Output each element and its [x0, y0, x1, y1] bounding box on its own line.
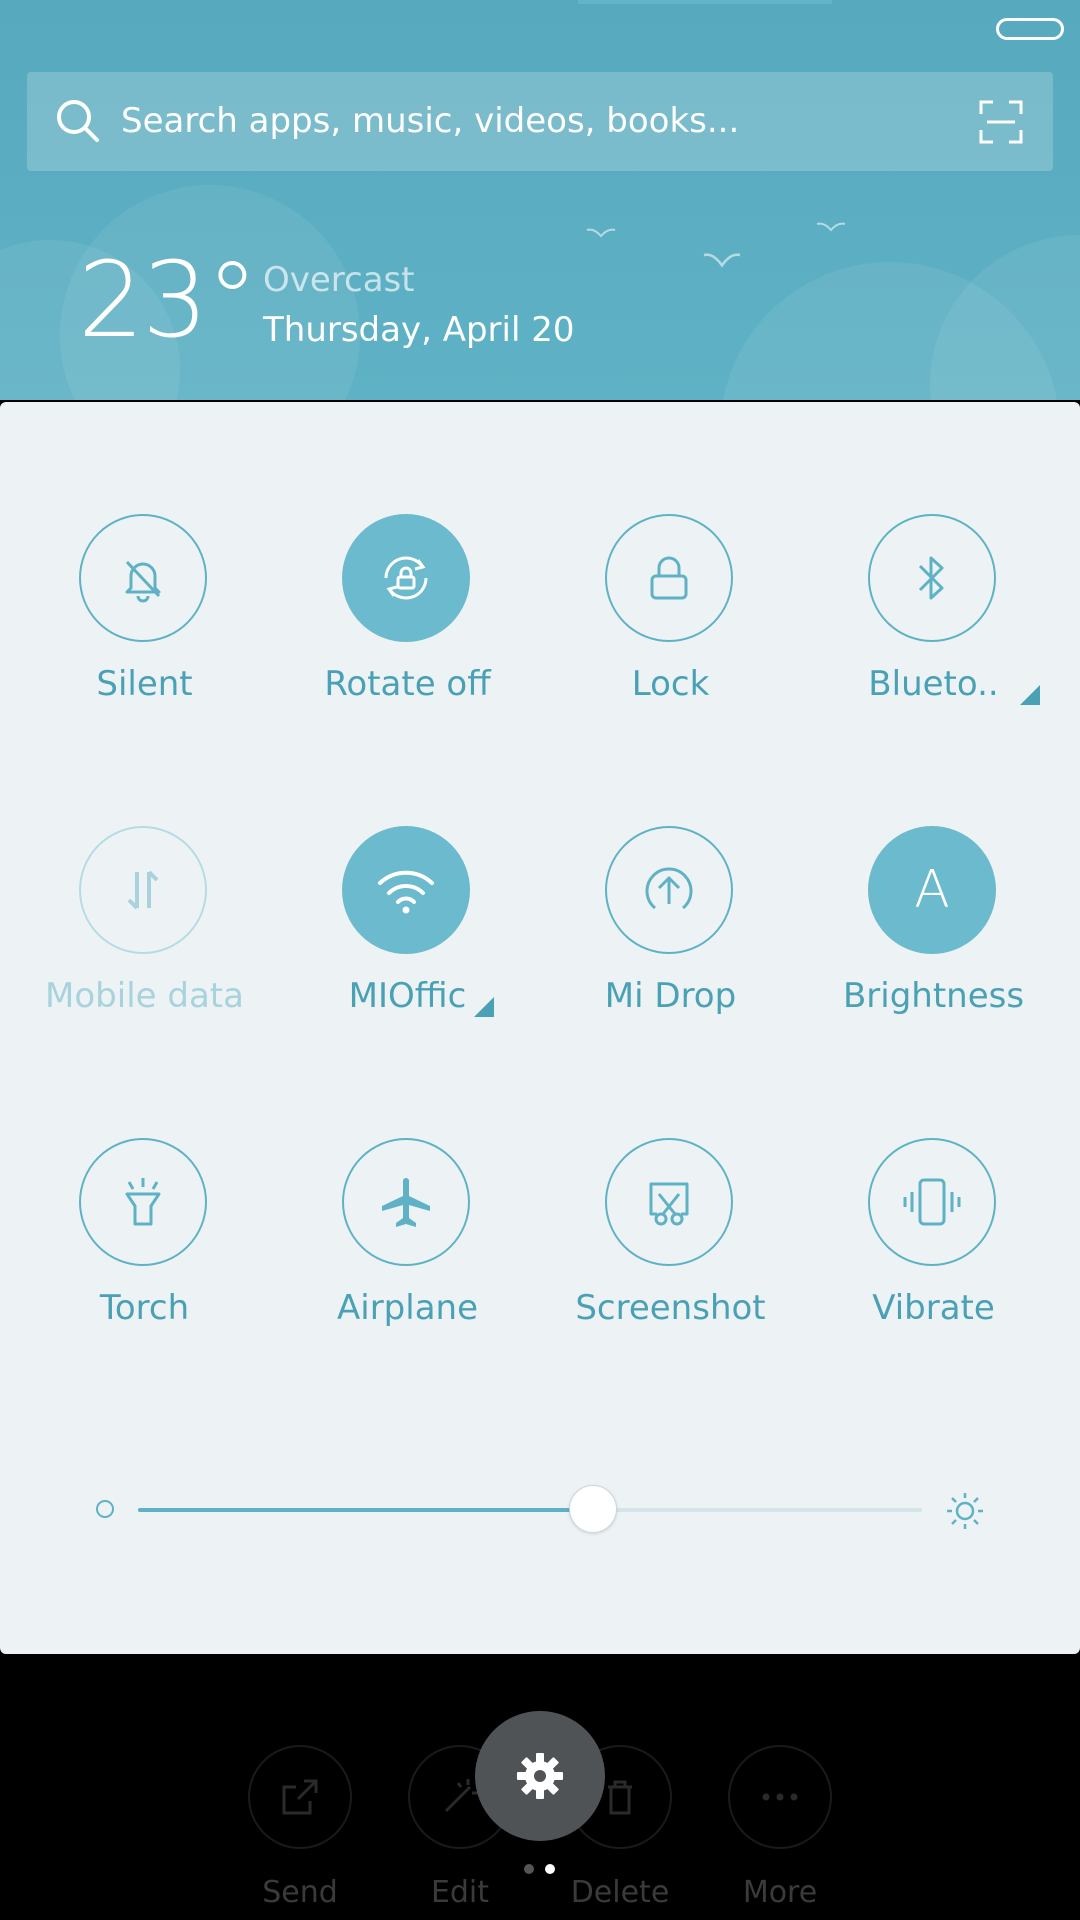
- search-icon: [57, 100, 99, 142]
- cloud-decoration: [930, 235, 1080, 400]
- delete-label: Delete: [570, 1875, 670, 1910]
- tile-mobile-data[interactable]: Mobile data: [13, 826, 276, 1036]
- brightness-slider-fill: [138, 1508, 593, 1512]
- tile-wifi-button[interactable]: [342, 826, 470, 954]
- edit-icon: [444, 1779, 478, 1813]
- tile-brightness-button[interactable]: A: [868, 826, 996, 954]
- brightness-slider[interactable]: [138, 1485, 922, 1533]
- send-button[interactable]: Send: [246, 1745, 354, 1910]
- airplane-icon: [382, 1178, 430, 1227]
- search-bar[interactable]: Search apps, music, videos, books...: [27, 72, 1053, 171]
- tile-screenshot[interactable]: Screenshot: [539, 1138, 802, 1348]
- wifi-icon: [378, 870, 434, 914]
- auto-brightness-icon: A: [914, 860, 950, 920]
- bird-decoration: [703, 253, 741, 268]
- tile-label: Rotate off: [324, 664, 491, 704]
- tile-label: Brightness: [842, 976, 1025, 1016]
- brightness-low-icon: [96, 1500, 114, 1518]
- tile-menu-arrow-icon[interactable]: [474, 997, 494, 1017]
- status-bar-notch: [578, 0, 832, 4]
- weather-condition: Overcast: [263, 260, 415, 300]
- temperature: 23°: [78, 239, 258, 361]
- tile-menu-arrow-icon[interactable]: [1020, 685, 1040, 705]
- gear-icon: [517, 1753, 563, 1799]
- tile-label: Lock: [631, 664, 710, 704]
- weather-date: Thursday, April 20: [263, 310, 575, 350]
- lock-icon: [650, 556, 688, 600]
- tile-label: Torch: [99, 1288, 190, 1328]
- mobile-data-icon: [127, 870, 159, 910]
- tile-airplane[interactable]: Airplane: [276, 1138, 539, 1348]
- vibrate-icon: [903, 1178, 961, 1226]
- battery-icon: [996, 18, 1064, 40]
- tile-label: Screenshot: [575, 1288, 766, 1328]
- scan-icon[interactable]: [979, 100, 1023, 144]
- send-button-circle[interactable]: [248, 1745, 352, 1849]
- tile-torch[interactable]: Torch: [13, 1138, 276, 1348]
- page-indicator-dot: [524, 1864, 534, 1874]
- tile-lock-button[interactable]: [605, 514, 733, 642]
- tile-label: Vibrate: [872, 1288, 995, 1328]
- header: Search apps, music, videos, books... 23°…: [0, 0, 1080, 400]
- brightness-slider-thumb[interactable]: [568, 1485, 617, 1533]
- share-icon: [282, 1779, 318, 1815]
- more-icon: [762, 1793, 798, 1801]
- tile-torch-button[interactable]: [79, 1138, 207, 1266]
- tile-airplane-button[interactable]: [342, 1138, 470, 1266]
- tile-label: Airplane: [336, 1288, 478, 1328]
- search-input[interactable]: Search apps, music, videos, books...: [121, 72, 739, 171]
- tile-mobile-data-button[interactable]: [79, 826, 207, 954]
- settings-button[interactable]: [475, 1711, 605, 1841]
- tile-vibrate[interactable]: Vibrate: [802, 1138, 1065, 1348]
- trash-icon: [608, 1780, 632, 1815]
- tile-lock[interactable]: Lock: [539, 514, 802, 724]
- bird-decoration: [816, 222, 846, 232]
- tile-wifi[interactable]: MIOffic: [276, 826, 539, 1036]
- tile-screenshot-button[interactable]: [605, 1138, 733, 1266]
- page-indicator-dot-active: [545, 1864, 555, 1874]
- bird-decoration: [586, 228, 616, 238]
- tile-rotate-button[interactable]: [342, 514, 470, 642]
- tile-silent[interactable]: Silent: [13, 514, 276, 724]
- tile-label: Mobile data: [45, 976, 244, 1016]
- tile-bluetooth[interactable]: Blueto..: [802, 514, 1065, 724]
- tile-silent-button[interactable]: [79, 514, 207, 642]
- tile-rotate[interactable]: Rotate off: [276, 514, 539, 724]
- tile-bluetooth-button[interactable]: [868, 514, 996, 642]
- tile-label: Mi Drop: [604, 976, 737, 1016]
- screenshot-icon: [649, 1182, 689, 1226]
- more-button[interactable]: More: [726, 1745, 834, 1910]
- upload-icon: [645, 867, 693, 910]
- tile-mi-drop-button[interactable]: [605, 826, 733, 954]
- tile-label: MIOffic: [348, 976, 467, 1016]
- tile-brightness[interactable]: A Brightness: [802, 826, 1065, 1036]
- tile-mi-drop[interactable]: Mi Drop: [539, 826, 802, 1036]
- bell-off-icon: [125, 560, 161, 603]
- tile-vibrate-button[interactable]: [868, 1138, 996, 1266]
- more-button-circle[interactable]: [728, 1745, 832, 1849]
- torch-icon: [125, 1178, 161, 1226]
- rotate-lock-icon: [384, 556, 428, 600]
- edit-label: Edit: [430, 1875, 490, 1910]
- tile-label: Silent: [96, 664, 193, 704]
- send-label: Send: [262, 1875, 338, 1910]
- more-label: More: [742, 1875, 818, 1910]
- brightness-high-icon: [947, 1493, 983, 1529]
- bluetooth-icon: [918, 556, 944, 600]
